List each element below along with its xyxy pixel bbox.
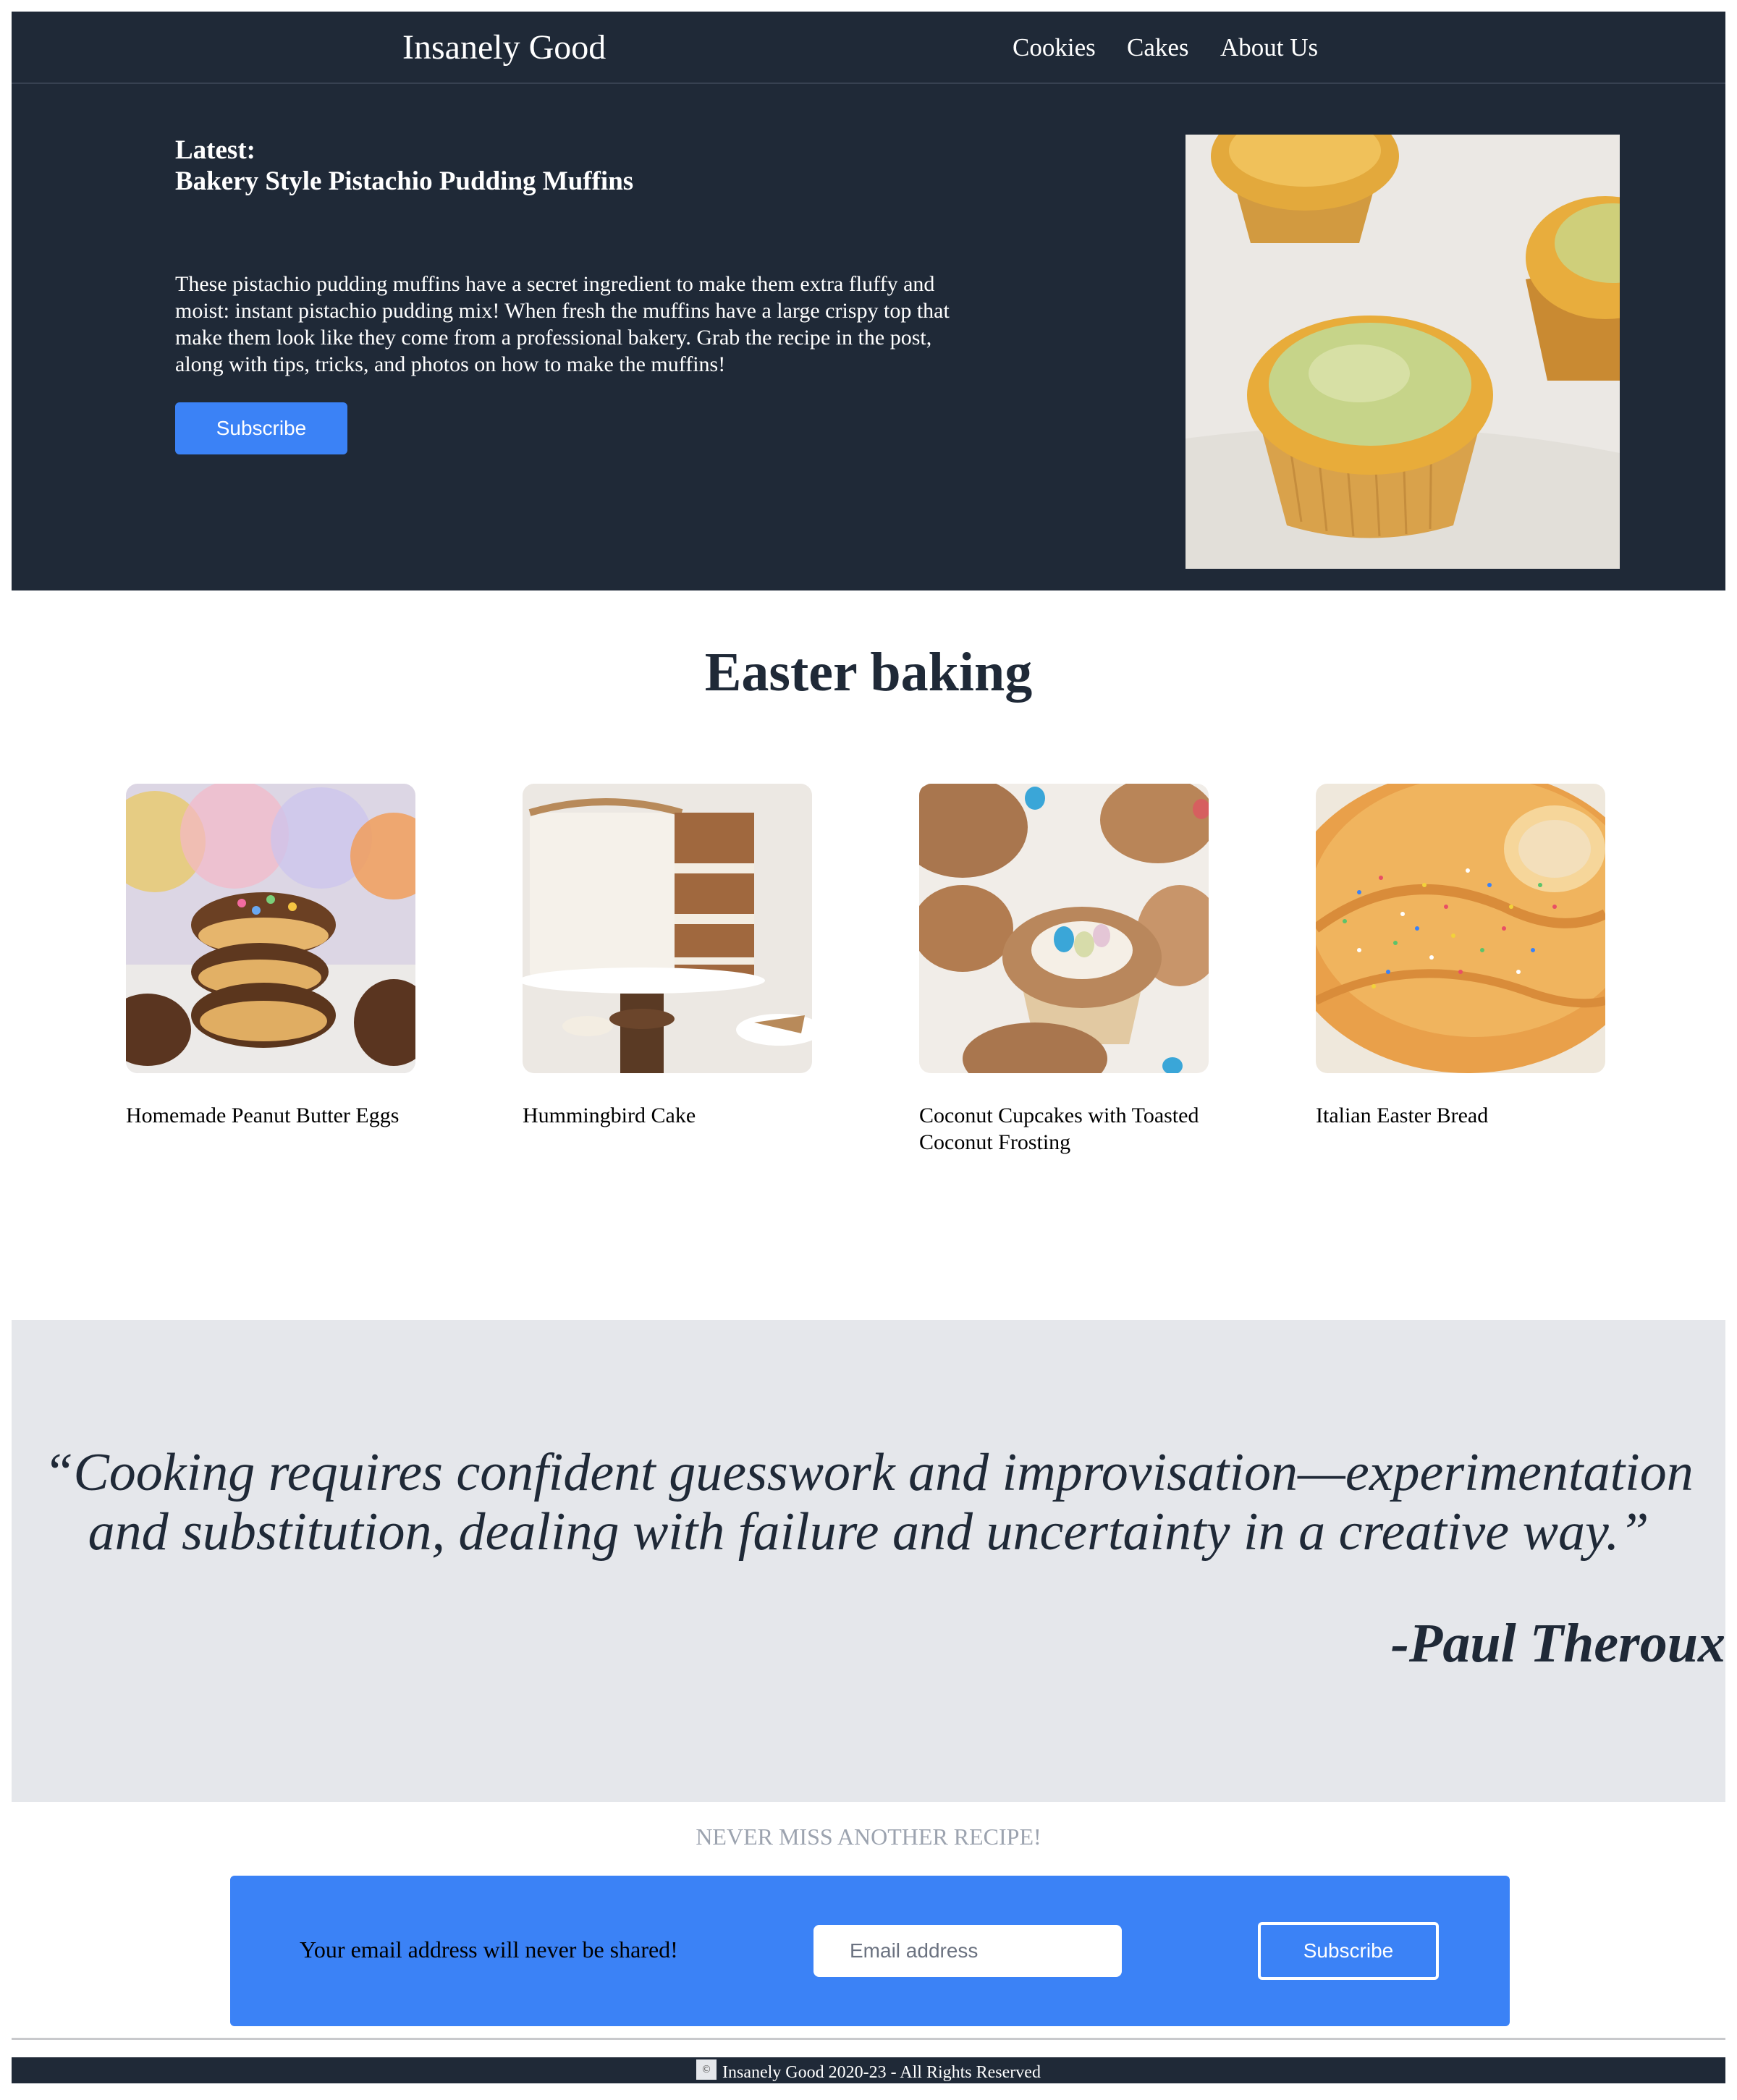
latest-post-description: These pistachio pudding muffins have a s… — [175, 272, 950, 376]
recipe-card-image[interactable] — [126, 784, 415, 1073]
recipe-card-title[interactable]: Italian Easter Bread — [1316, 1102, 1605, 1129]
footer-copyright-text: Insanely Good 2020-23 - All Rights Reser… — [722, 2063, 1041, 2082]
recipe-card-image[interactable] — [1316, 784, 1605, 1073]
hero-subscribe-button[interactable]: Subscribe — [175, 402, 347, 454]
nav-link-about-us[interactable]: About Us — [1220, 32, 1318, 64]
quote-text: “Cooking requires confident guesswork an… — [43, 1443, 1694, 1562]
brand-logo[interactable]: Insanely Good — [402, 26, 606, 69]
pistachio-muffins-photo — [1186, 135, 1620, 569]
top-nav: Insanely Good Cookies Cakes About Us — [12, 12, 1725, 84]
recipe-card-hummingbird-cake[interactable]: Hummingbird Cake — [523, 784, 812, 1129]
newsletter-subscribe-button[interactable]: Subscribe — [1258, 1922, 1439, 1980]
recipe-card-image[interactable] — [919, 784, 1209, 1073]
nav-link-cookies[interactable]: Cookies — [1013, 32, 1096, 64]
coconut-cupcakes-photo — [919, 784, 1209, 1073]
latest-post-title[interactable]: Bakery Style Pistachio Pudding Muffins — [175, 166, 633, 198]
latest-label: Latest: — [175, 135, 255, 165]
newsletter-heading: NEVER MISS ANOTHER RECIPE! — [696, 1824, 1041, 1850]
copyright-icon: © — [696, 2059, 717, 2080]
recipe-card-italian-easter-bread[interactable]: Italian Easter Bread — [1316, 784, 1605, 1129]
hero-section: Latest: Bakery Style Pistachio Pudding M… — [12, 84, 1725, 590]
footer: © Insanely Good 2020-23 - All Rights Res… — [12, 2057, 1725, 2083]
nav-link-cakes[interactable]: Cakes — [1127, 32, 1189, 64]
italian-easter-bread-photo — [1316, 784, 1605, 1073]
recipe-card-coconut-cupcakes[interactable]: Coconut Cupcakes with Toasted Coconut Fr… — [919, 784, 1209, 1156]
newsletter-box: Your email address will never be shared!… — [230, 1876, 1510, 2026]
recipe-card-title[interactable]: Homemade Peanut Butter Eggs — [126, 1102, 415, 1129]
recipe-card-title[interactable]: Coconut Cupcakes with Toasted Coconut Fr… — [919, 1102, 1209, 1156]
divider — [12, 2038, 1725, 2040]
recipe-card-peanut-butter-eggs[interactable]: Homemade Peanut Butter Eggs — [126, 784, 415, 1129]
pistachio-muffins-image[interactable] — [1186, 135, 1620, 569]
recipe-card-image[interactable] — [523, 784, 812, 1073]
hummingbird-cake-photo — [523, 784, 812, 1073]
easter-baking-heading: Easter baking — [704, 642, 1033, 703]
quote-section: “Cooking requires confident guesswork an… — [12, 1320, 1725, 1802]
privacy-note: Your email address will never be shared! — [300, 1936, 678, 1963]
peanut-butter-eggs-photo — [126, 784, 415, 1073]
recipe-card-title[interactable]: Hummingbird Cake — [523, 1102, 812, 1129]
quote-author: -Paul Theroux — [1390, 1613, 1725, 1674]
email-input[interactable] — [813, 1925, 1122, 1977]
